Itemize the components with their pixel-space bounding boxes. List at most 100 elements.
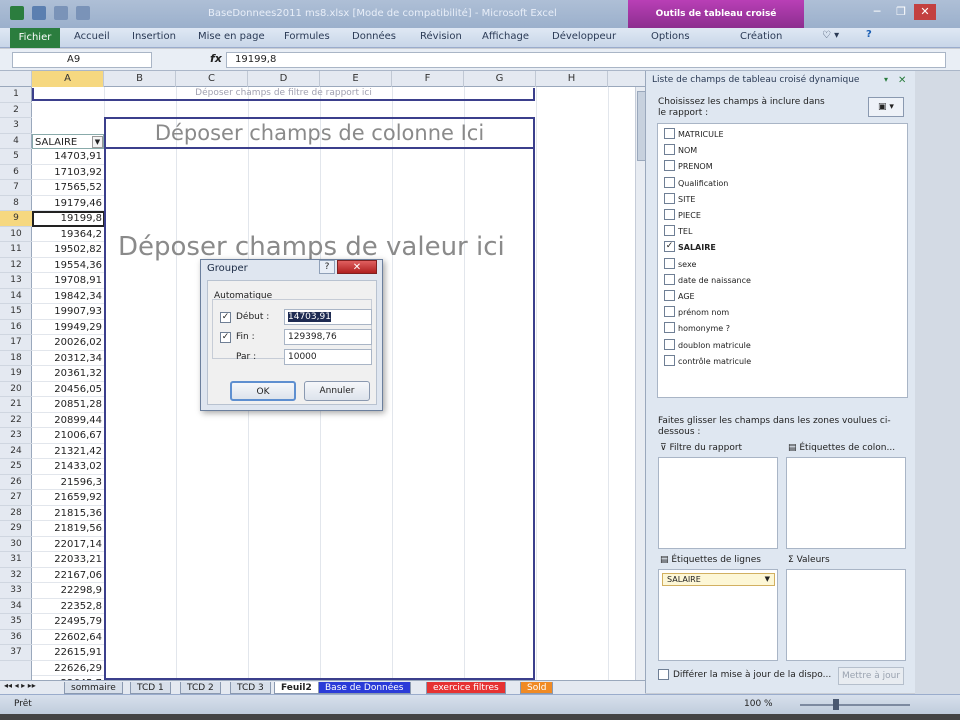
salaire-cell[interactable]: 17103,92 bbox=[32, 165, 104, 180]
row-header[interactable]: 6 bbox=[0, 165, 32, 180]
salaire-cell[interactable]: 21433,02 bbox=[32, 459, 104, 475]
column-header-d[interactable]: D bbox=[248, 71, 320, 87]
minimize-icon[interactable]: ─ bbox=[866, 4, 888, 20]
debut-input[interactable]: 14703,91 bbox=[284, 309, 372, 325]
column-header-c[interactable]: C bbox=[176, 71, 248, 87]
layout-options-button[interactable]: ▣ ▾ bbox=[868, 97, 904, 117]
field-checkbox[interactable] bbox=[664, 338, 675, 350]
help-icon[interactable]: ? bbox=[866, 29, 872, 40]
column-header-f[interactable]: F bbox=[392, 71, 464, 87]
tab-options[interactable]: Options bbox=[651, 31, 690, 42]
tab-fichier[interactable]: Fichier bbox=[10, 28, 60, 48]
defer-update-checkbox[interactable] bbox=[658, 669, 669, 680]
formula-input[interactable]: 19199,8 bbox=[226, 52, 946, 68]
par-input[interactable]: 10000 bbox=[284, 349, 372, 365]
zoom-slider[interactable] bbox=[800, 704, 910, 706]
restore-icon[interactable]: ❐ bbox=[890, 4, 912, 20]
salaire-cell[interactable]: 21321,42 bbox=[32, 444, 104, 459]
pane-close-icon[interactable]: ✕ bbox=[898, 75, 906, 86]
salaire-cell[interactable]: 20026,02 bbox=[32, 335, 104, 351]
row-header[interactable]: 30 bbox=[0, 537, 32, 552]
row-header[interactable]: 36 bbox=[0, 630, 32, 645]
fin-input[interactable]: 129398,76 bbox=[284, 329, 372, 345]
row-header[interactable]: 2 bbox=[0, 103, 32, 118]
field-item[interactable]: AGE bbox=[664, 290, 695, 306]
field-item[interactable]: date de naissance bbox=[664, 273, 751, 290]
row-header[interactable]: 23 bbox=[0, 428, 32, 444]
salaire-cell[interactable]: 22167,06 bbox=[32, 568, 104, 583]
column-header-a[interactable]: A bbox=[32, 71, 104, 87]
field-item[interactable]: homonyme ? bbox=[664, 322, 730, 338]
row-header[interactable]: 17 bbox=[0, 335, 32, 351]
ok-button[interactable]: OK bbox=[230, 381, 296, 401]
row-header[interactable]: 37 bbox=[0, 645, 32, 661]
field-item[interactable]: Qualification bbox=[664, 176, 728, 193]
tab-formules[interactable]: Formules bbox=[284, 31, 330, 42]
row-header[interactable]: 20 bbox=[0, 382, 32, 397]
sheet-tab-sommaire[interactable]: sommaire bbox=[64, 682, 123, 694]
field-checkbox[interactable] bbox=[664, 290, 675, 301]
close-window-icon[interactable]: ✕ bbox=[914, 4, 936, 20]
row-header[interactable]: 10 bbox=[0, 227, 32, 242]
filter-zone[interactable] bbox=[658, 457, 778, 549]
row-header[interactable]: 18 bbox=[0, 351, 32, 366]
save-icon[interactable] bbox=[32, 6, 46, 20]
row-header[interactable]: 3 bbox=[0, 118, 32, 134]
sheet-tab-exercice-filtres[interactable]: exercice filtres bbox=[426, 682, 506, 694]
row-header[interactable]: 11 bbox=[0, 242, 32, 258]
salaire-cell[interactable]: 22298,9 bbox=[32, 583, 104, 599]
row-header[interactable]: 24 bbox=[0, 444, 32, 459]
row-header[interactable]: 13 bbox=[0, 273, 32, 289]
row-header[interactable]: 28 bbox=[0, 506, 32, 521]
debut-auto-checkbox[interactable]: ✓ bbox=[220, 312, 231, 323]
pivot-value-drop-zone[interactable]: Déposer champs de valeur ici bbox=[118, 232, 505, 262]
zoom-level[interactable]: 100 % bbox=[744, 699, 773, 709]
zoom-slider-thumb[interactable] bbox=[833, 699, 839, 710]
salaire-cell[interactable]: 21815,36 bbox=[32, 506, 104, 521]
row-header[interactable]: 14 bbox=[0, 289, 32, 304]
select-all-corner[interactable] bbox=[0, 71, 32, 87]
row-header[interactable]: 21 bbox=[0, 397, 32, 413]
field-checkbox[interactable] bbox=[664, 128, 675, 139]
row-header[interactable]: 26 bbox=[0, 475, 32, 490]
salaire-cell[interactable]: 22352,8 bbox=[32, 599, 104, 614]
row-header[interactable]: 29 bbox=[0, 521, 32, 537]
row-header[interactable]: 5 bbox=[0, 149, 32, 165]
salaire-cell[interactable]: 19502,82 bbox=[32, 242, 104, 258]
field-item[interactable]: PIECE bbox=[664, 209, 701, 225]
row-header[interactable]: 31 bbox=[0, 552, 32, 568]
row-field-salaire[interactable]: SALAIRE ▼ bbox=[662, 573, 775, 586]
pivot-column-drop-zone[interactable]: Déposer champs de colonne Ici bbox=[104, 117, 535, 149]
salaire-cell[interactable]: 19708,91 bbox=[32, 273, 104, 289]
salaire-cell[interactable]: 19179,46 bbox=[32, 196, 104, 211]
field-checkbox[interactable] bbox=[664, 225, 675, 237]
salaire-cell[interactable]: 19842,34 bbox=[32, 289, 104, 304]
field-checkbox[interactable] bbox=[664, 306, 675, 318]
salaire-cell[interactable]: 21006,67 bbox=[32, 428, 104, 444]
tab-creation[interactable]: Création bbox=[740, 31, 782, 42]
column-header-e[interactable]: E bbox=[320, 71, 392, 87]
salaire-cell[interactable]: 22615,91 bbox=[32, 645, 104, 661]
field-item[interactable]: TEL bbox=[664, 225, 692, 241]
filter-dropdown-icon[interactable]: ▼ bbox=[92, 135, 103, 148]
field-item[interactable]: doublon matricule bbox=[664, 338, 751, 355]
pivot-filter-drop-zone[interactable]: Déposer champs de filtre de rapport ici bbox=[32, 88, 535, 101]
row-labels-header-cell[interactable]: SALAIRE ▼ bbox=[32, 133, 104, 149]
tab-scroll-icon[interactable]: ◂◂ ◂ ▸ ▸▸ bbox=[4, 681, 36, 690]
row-header[interactable]: 15 bbox=[0, 304, 32, 320]
salaire-cell[interactable]: 21819,56 bbox=[32, 521, 104, 537]
fin-auto-checkbox[interactable]: ✓ bbox=[220, 332, 231, 343]
field-item[interactable]: MATRICULE bbox=[664, 128, 724, 144]
sheet-tab-tcd2[interactable]: TCD 2 bbox=[180, 682, 221, 694]
salaire-cell[interactable]: 20312,34 bbox=[32, 351, 104, 366]
row-header[interactable]: 35 bbox=[0, 614, 32, 630]
row-header[interactable]: 7 bbox=[0, 180, 32, 196]
salaire-cell[interactable]: 22017,14 bbox=[32, 537, 104, 552]
salaire-cell[interactable]: 14703,91 bbox=[32, 149, 104, 165]
field-item[interactable]: prénom nom bbox=[664, 306, 729, 322]
dialog-help-icon[interactable]: ? bbox=[319, 260, 335, 274]
salaire-cell[interactable]: 17565,52 bbox=[32, 180, 104, 196]
salaire-cell[interactable]: 20456,05 bbox=[32, 382, 104, 397]
undo-icon[interactable] bbox=[54, 6, 68, 20]
salaire-cell[interactable]: 22602,64 bbox=[32, 630, 104, 645]
